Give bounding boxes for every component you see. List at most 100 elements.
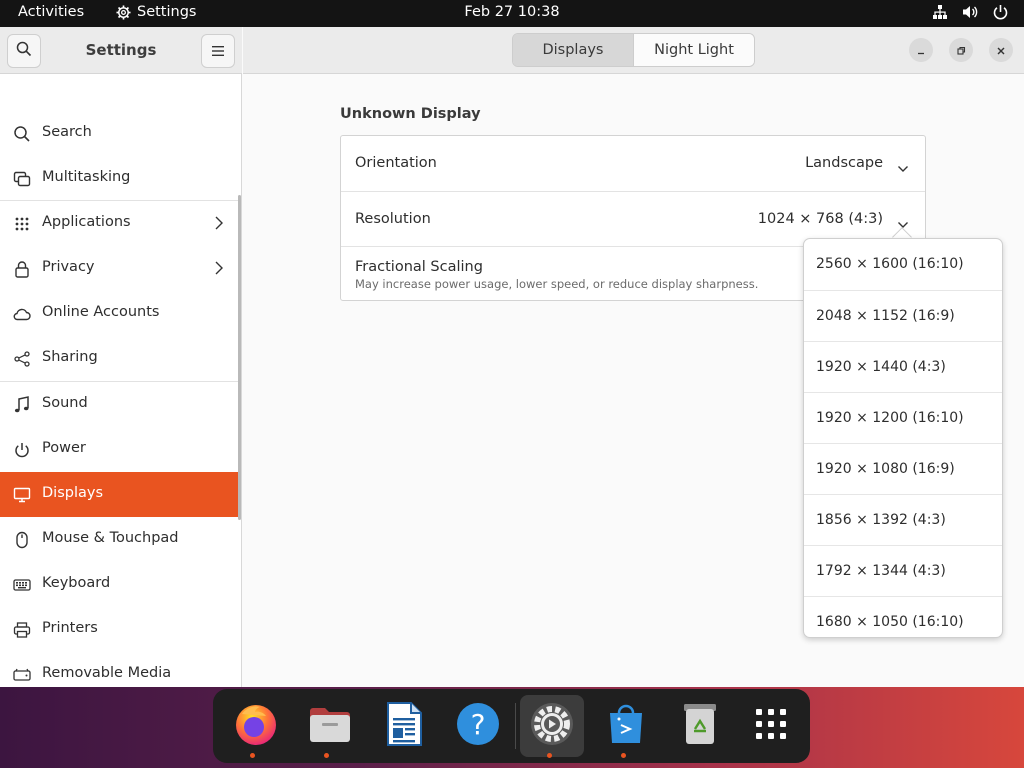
chevron-right-icon (214, 260, 224, 280)
main-menu-button[interactable] (201, 34, 235, 68)
clock[interactable]: Feb 27 10:38 (464, 4, 559, 20)
sidebar-item-removable-media[interactable]: Removable Media (0, 652, 241, 687)
sidebar-item-label: Multitasking (42, 169, 131, 185)
dock-app-firefox[interactable] (224, 695, 288, 757)
power-icon[interactable] (993, 4, 1008, 20)
sidebar-item-power[interactable]: Power (0, 427, 241, 472)
minimize-button[interactable] (909, 38, 933, 62)
dock-show-apps[interactable] (739, 695, 803, 757)
dock-app-writer[interactable] (372, 695, 436, 757)
app-menu-label: Settings (137, 4, 197, 20)
close-button[interactable] (989, 38, 1013, 62)
view-switcher: Displays Night Light (512, 33, 755, 67)
music-note-icon (12, 395, 32, 415)
orientation-label: Orientation (355, 155, 437, 171)
trash-icon (680, 701, 720, 751)
dock-app-files[interactable] (298, 695, 362, 757)
firefox-icon (232, 700, 280, 752)
sidebar-item-keyboard[interactable]: Keyboard (0, 562, 241, 607)
cloud-icon (12, 304, 32, 324)
dock-app-settings[interactable] (520, 695, 584, 757)
running-indicator (250, 753, 255, 758)
show-apps-icon (754, 707, 788, 745)
sidebar-item-label: Removable Media (42, 665, 172, 681)
resolution-option[interactable]: 1680 × 1050 (16:10) (804, 596, 1002, 637)
network-icon[interactable] (932, 4, 948, 20)
orientation-value[interactable]: Landscape (805, 155, 883, 171)
search-icon (12, 124, 32, 144)
power-icon (12, 440, 32, 460)
sidebar-item-label: Applications (42, 214, 131, 230)
sidebar-item-printers[interactable]: Printers (0, 607, 241, 652)
sidebar-item-privacy[interactable]: Privacy (0, 246, 241, 291)
sidebar-item-displays[interactable]: Displays (0, 472, 241, 517)
minimize-icon (916, 41, 926, 60)
resolution-option[interactable]: 1792 × 1344 (4:3) (804, 545, 1002, 596)
writer-icon (383, 700, 425, 752)
files-icon (307, 701, 353, 751)
chevron-down-icon[interactable] (897, 158, 909, 177)
resolution-option[interactable]: 1920 × 1080 (16:9) (804, 443, 1002, 494)
sidebar-scrollbar[interactable] (238, 195, 241, 520)
sidebar-item-label: Keyboard (42, 575, 111, 591)
hamburger-menu-icon (211, 42, 225, 61)
sidebar-item-search[interactable]: Search (0, 111, 241, 156)
display-icon (12, 485, 32, 505)
volume-icon[interactable] (962, 4, 979, 20)
apps-grid-icon (12, 214, 32, 234)
resolution-option[interactable]: 1920 × 1200 (16:10) (804, 392, 1002, 443)
settings-icon (529, 701, 575, 751)
sidebar-item-label: Sound (42, 395, 88, 411)
resolution-label: Resolution (355, 211, 431, 227)
restore-icon (956, 41, 966, 60)
lock-icon (12, 259, 32, 279)
dock-app-trash[interactable] (668, 695, 732, 757)
top-bar: Activities Settings Feb 27 10:38 (0, 0, 1024, 27)
sidebar-item-mouse-touchpad[interactable]: Mouse & Touchpad (0, 517, 241, 562)
resolution-value[interactable]: 1024 × 768 (4:3) (758, 211, 883, 227)
sidebar-item-multitasking[interactable]: Multitasking (0, 156, 241, 201)
dock-separator (515, 703, 516, 749)
activities-button[interactable]: Activities (18, 4, 84, 20)
dock-app-app-center[interactable] (594, 695, 658, 757)
multitasking-icon (12, 169, 32, 189)
close-icon (996, 41, 1006, 60)
sidebar: Settings Search Multitasking Application… (0, 27, 242, 687)
resolution-option[interactable]: 1920 × 1440 (4:3) (804, 341, 1002, 392)
tab-night-light[interactable]: Night Light (634, 34, 754, 66)
app-menu[interactable]: Settings (116, 4, 196, 20)
sidebar-header: Settings (0, 27, 242, 74)
sidebar-item-sharing[interactable]: Sharing (0, 336, 241, 381)
sidebar-item-applications[interactable]: Applications (0, 201, 241, 246)
resolution-option[interactable]: 1856 × 1392 (4:3) (804, 494, 1002, 545)
sidebar-item-label: Sharing (42, 349, 98, 365)
resolution-option[interactable]: 2048 × 1152 (16:9) (804, 290, 1002, 341)
chevron-right-icon (214, 215, 224, 235)
sidebar-item-label: Printers (42, 620, 98, 636)
sidebar-item-label: Privacy (42, 259, 95, 275)
sidebar-item-label: Mouse & Touchpad (42, 530, 179, 546)
sidebar-item-label: Online Accounts (42, 304, 160, 320)
media-icon (12, 665, 32, 685)
mouse-icon (12, 530, 32, 550)
settings-gear-icon (116, 4, 131, 20)
maximize-button[interactable] (949, 38, 973, 62)
running-indicator (621, 753, 626, 758)
running-indicator (324, 753, 329, 758)
running-indicator (547, 753, 552, 758)
dock-app-help[interactable]: ? (446, 695, 510, 757)
sidebar-item-online-accounts[interactable]: Online Accounts (0, 291, 241, 336)
tab-displays[interactable]: Displays (513, 34, 634, 66)
share-icon (12, 349, 32, 369)
orientation-row[interactable]: Orientation Landscape (341, 136, 925, 191)
resolution-popover: 2560 × 1600 (16:10) 2048 × 1152 (16:9) 1… (803, 238, 1003, 638)
printer-icon (12, 620, 32, 640)
resolution-option[interactable]: 2560 × 1600 (16:10) (804, 239, 1002, 290)
display-name-heading: Unknown Display (340, 106, 481, 122)
sidebar-item-label: Displays (42, 485, 104, 501)
sidebar-item-sound[interactable]: Sound (0, 382, 241, 427)
sidebar-item-label: Search (42, 124, 92, 140)
dock: ? (213, 689, 810, 763)
system-tray[interactable] (932, 4, 1008, 20)
app-center-icon (605, 701, 647, 751)
